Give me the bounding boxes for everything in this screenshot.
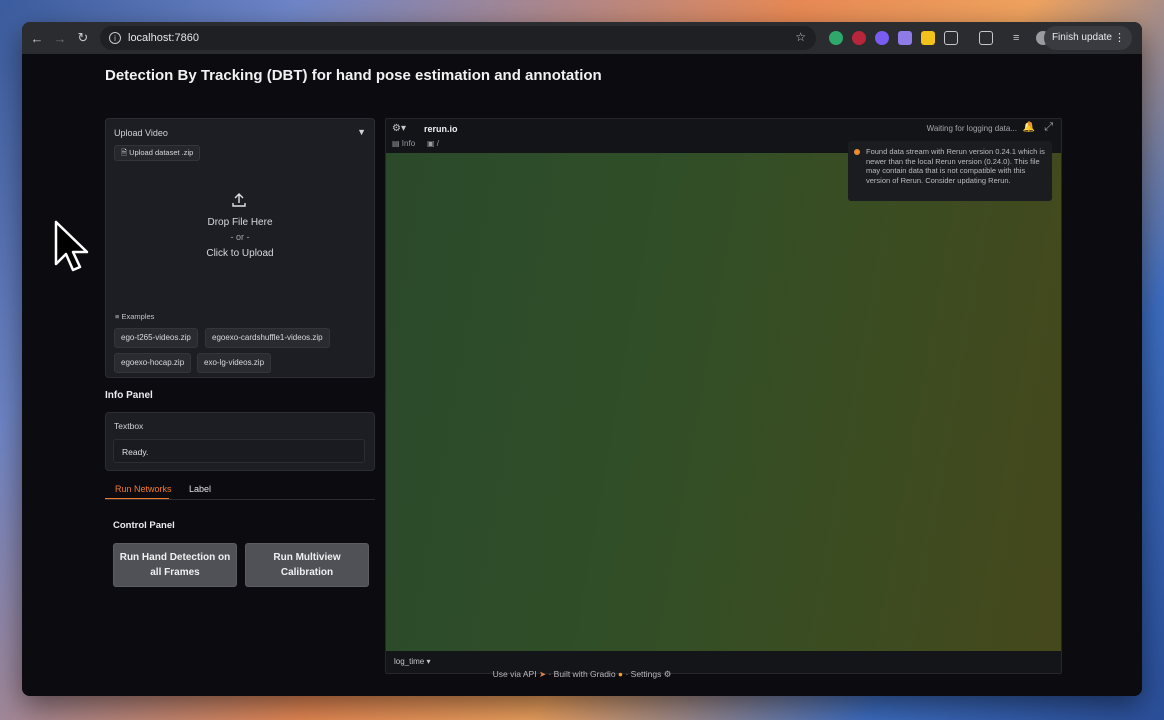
bookmark-star-icon[interactable]: ☆ [795,30,806,44]
cast-icon[interactable] [979,31,993,45]
rerun-brand: rerun.io [424,124,458,134]
click-to-upload-text: Click to Upload [206,248,274,259]
mouse-cursor-icon [54,220,90,279]
info-tab[interactable]: ▤ Info [392,139,415,148]
gradio-page: Detection By Tracking (DBT) for hand pos… [22,54,1142,696]
url-text: localhost:7860 [128,32,199,44]
fullscreen-icon[interactable]: ⤢ [1044,121,1053,134]
browser-window: ← → ↻ i localhost:7860 ☆ ≡ Finish update… [22,22,1142,696]
upload-video-header: Upload Video [114,128,168,138]
extension-drop-icon[interactable] [875,31,889,45]
extension-purple-icon[interactable] [898,31,912,45]
timeline-selector[interactable]: log_time ▾ [394,657,431,666]
info-textbox[interactable]: Ready. [113,439,365,463]
run-hand-detection-button[interactable]: Run Hand Detection on all Frames [113,543,237,587]
finish-update-button[interactable]: Finish update ⋮ [1043,26,1132,50]
version-notice: Found data stream with Rerun version 0.2… [848,141,1052,201]
footer: Use via API ➤ · Built with Gradio ● · Se… [22,669,1142,680]
tab-divider [105,499,375,500]
control-panel-title: Control Panel [113,520,175,531]
collapse-triangle-icon[interactable]: ▼ [357,127,366,137]
info-textbox-block: Textbox Ready. [105,412,375,471]
run-multiview-calibration-button[interactable]: Run Multiview Calibration [245,543,369,587]
gradio-logo-icon: ● [617,669,624,679]
rerun-logo-icon[interactable]: ⚙▾ [392,123,406,134]
drop-file-text: Drop File Here [207,217,273,228]
extension-grammarly-icon[interactable] [829,31,843,45]
browser-menu-icon[interactable]: ⋮ [1114,26,1125,50]
notification-dot [1028,122,1032,126]
drop-zone[interactable]: Drop File Here - or - Click to Upload [106,161,374,301]
tab-run-networks[interactable]: Run Networks [115,484,172,494]
site-info-icon[interactable]: i [109,32,121,44]
back-icon[interactable]: ← [26,27,48,49]
dropdown-caret-icon: ▾ [426,657,431,666]
example-chip[interactable]: ego-t265-videos.zip [114,328,198,348]
forward-icon[interactable]: → [49,27,71,49]
example-chip[interactable]: exo-lg-videos.zip [197,353,272,373]
built-with-gradio-link[interactable]: Built with Gradio [554,669,616,679]
example-chip[interactable]: egoexo-cardshuffle1-videos.zip [205,328,330,348]
upload-icon [230,191,248,209]
example-chip[interactable]: egoexo-hocap.zip [114,353,192,373]
file-icon: 🗎 [121,148,128,157]
examples-label: ≡ Examples [115,312,155,321]
footer-separator: · [625,669,629,679]
list-icon: ≡ [115,312,120,321]
info-panel-title: Info Panel [105,390,153,401]
gear-icon: ⚙ [663,669,672,679]
upload-file-label: 🗎 Upload dataset .zip [114,145,201,161]
rerun-viewer[interactable]: ⚙▾ rerun.io Waiting for logging data... … [385,118,1062,674]
textbox-label: Textbox [114,421,144,431]
or-text: - or - [230,232,250,242]
use-via-api-link[interactable]: Use via API [493,669,537,679]
version-notice-text: Found data stream with Rerun version 0.2… [866,147,1045,185]
footer-separator: · [548,669,552,679]
reload-icon[interactable]: ↻ [72,27,94,49]
settings-link[interactable]: Settings [631,669,662,679]
extension-yellow-icon[interactable] [921,31,935,45]
finish-update-label: Finish update [1051,32,1112,43]
tab-label[interactable]: Label [189,484,211,494]
address-bar[interactable]: i localhost:7860 ☆ [100,26,816,50]
viewer-canvas[interactable] [386,153,1061,651]
upload-video-block: Upload Video ▼ 🗎 Upload dataset .zip Dro… [105,118,375,378]
page-title: Detection By Tracking (DBT) for hand pos… [105,67,602,84]
extensions-puzzle-icon[interactable] [944,31,958,45]
browser-toolbar: ← → ↻ i localhost:7860 ☆ ≡ Finish update… [22,22,1142,54]
warning-dot [854,149,860,155]
info-tab-icon: ▤ [392,139,400,148]
image-view-icon: ▣ [427,139,435,148]
viewer-status: Waiting for logging data... [926,124,1017,133]
path-tab[interactable]: ▣ / [427,139,439,148]
media-queue-icon[interactable]: ≡ [1013,31,1027,45]
rocket-icon: ➤ [538,669,547,679]
extension-red-icon[interactable] [852,31,866,45]
